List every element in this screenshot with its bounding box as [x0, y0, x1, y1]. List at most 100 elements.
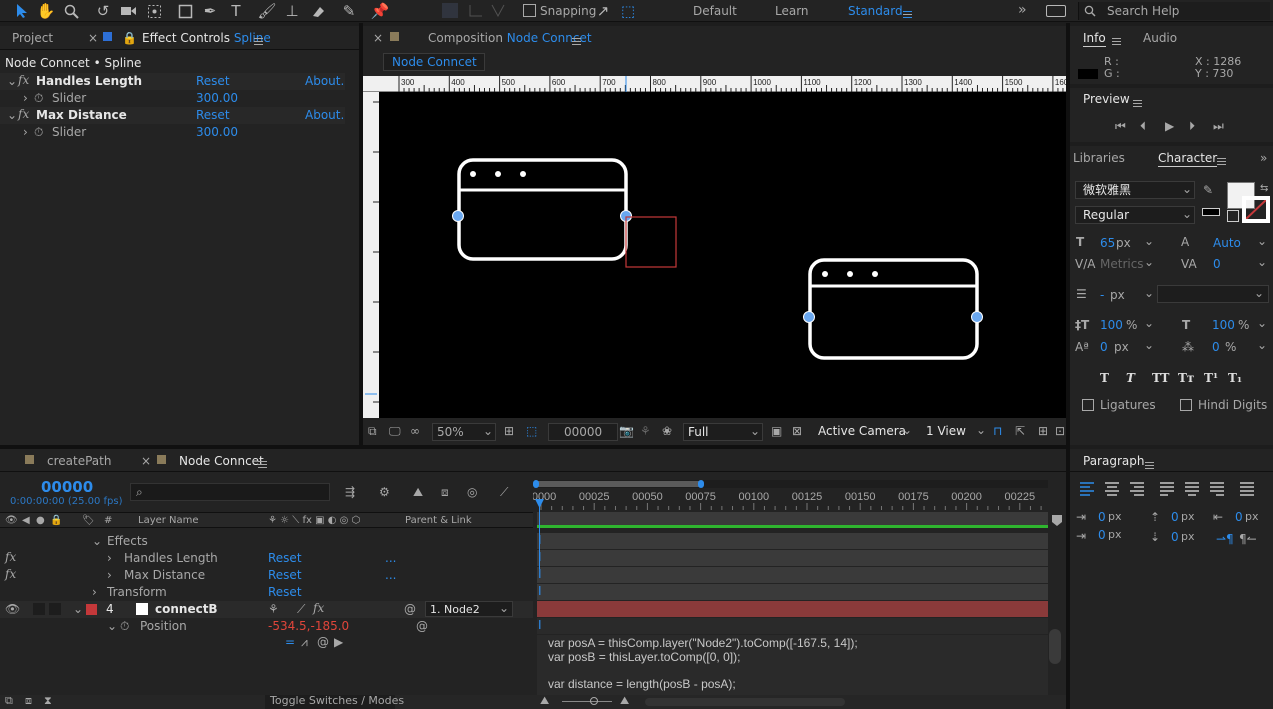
hindi-digits-checkbox[interactable] [1180, 399, 1192, 411]
keyboard-icon[interactable] [1046, 5, 1066, 17]
panel-menu-icon[interactable] [1145, 458, 1154, 472]
always-preview-icon[interactable]: ⧉ [368, 424, 377, 438]
play-icon[interactable]: ▶ [1165, 119, 1174, 133]
stroke-mode-icon[interactable] [1202, 208, 1220, 216]
text-style-buttons[interactable]: T T TT Tт T¹ T₁ [1100, 371, 1260, 387]
tab-close-icon[interactable]: × [141, 450, 151, 472]
workspace-menu-icon[interactable] [903, 7, 912, 21]
transparency-grid-icon[interactable]: ⊠ [792, 424, 802, 438]
expression-pickwhip-icon[interactable]: @ [317, 635, 329, 649]
font-style-dropdown[interactable]: Regular ⌄ [1075, 206, 1195, 224]
kerning-value[interactable]: Metrics [1100, 257, 1144, 271]
grid-icon[interactable]: ⊞ [504, 424, 514, 438]
transfer-controls-icon[interactable]: ⧈ [25, 694, 32, 708]
selection-tool-icon[interactable] [12, 1, 32, 21]
eye-icon[interactable]: 👁 [5, 602, 20, 616]
effects-group-row[interactable]: ⌄ Effects [0, 533, 533, 550]
timing-icon[interactable]: ⧗ [44, 694, 52, 708]
label-color-swatch[interactable] [86, 604, 97, 615]
playhead[interactable] [539, 505, 540, 569]
current-timecode[interactable]: 00000 [41, 478, 93, 496]
clone-stamp-tool-icon[interactable]: ⊥ [282, 1, 302, 21]
panel-menu-icon[interactable] [1217, 154, 1226, 168]
show-snapshot-icon[interactable]: ⚘ [640, 424, 651, 438]
panel-menu-icon[interactable] [1133, 96, 1142, 110]
font-family-dropdown[interactable]: 微软雅黑 ⌄ [1075, 181, 1195, 199]
pickwhip-icon[interactable]: @ [404, 602, 416, 616]
comp-mini-flowchart-icon[interactable]: ⇶ [345, 485, 355, 499]
tab-audio[interactable]: Audio [1143, 27, 1177, 49]
region-of-interest-icon[interactable]: ⬚ [526, 424, 537, 438]
horizontal-scrollbar[interactable] [645, 698, 845, 706]
leading-value[interactable]: Auto [1213, 236, 1241, 250]
lock-icon[interactable]: 🔒 [122, 27, 137, 49]
position-value[interactable]: -534.5,-185.0 [268, 619, 349, 633]
zoom-slider-handle[interactable] [590, 697, 598, 705]
zoom-out-icon[interactable]: ⛰ [540, 694, 549, 708]
snapshot-icon[interactable]: 📷 [619, 424, 634, 438]
fx-row-max-distance[interactable]: fx › Max Distance Reset ... [0, 567, 533, 584]
toggle-switches-modes[interactable]: Toggle Switches / Modes [265, 694, 404, 709]
tracking-value[interactable]: 0 [1213, 257, 1221, 271]
mask-visibility-icon[interactable]: ∞ [410, 424, 420, 438]
camera-dropdown[interactable]: Active Camera ⌄ [813, 423, 916, 441]
tab-close-icon[interactable]: × [373, 27, 383, 49]
font-size-value[interactable]: 65 [1100, 236, 1115, 250]
search-help-box[interactable]: Search Help [1078, 2, 1270, 20]
motion-blur-icon[interactable]: ◎ [467, 485, 477, 499]
target-region-icon[interactable]: ▣ [771, 424, 782, 438]
param-value[interactable]: 300.00 [196, 125, 238, 139]
pan-behind-tool-icon[interactable] [144, 1, 164, 21]
prev-frame-icon[interactable]: ⏴ [1140, 119, 1146, 133]
fx-row-handles-length[interactable]: fx › Handles Length Reset ... [0, 550, 533, 567]
tab-createpath[interactable]: createPath [47, 450, 111, 472]
reset-link[interactable]: Reset [196, 108, 230, 122]
about-link[interactable]: About. [305, 108, 344, 122]
expression-language-icon[interactable]: ▶ [334, 635, 343, 649]
eyedropper-icon[interactable]: ✎ [1203, 183, 1213, 197]
brush-tool-icon[interactable]: 🖌 [257, 1, 277, 21]
reset-link[interactable]: Reset [196, 74, 230, 88]
rectangle-tool-icon[interactable] [175, 1, 195, 21]
type-tool-icon[interactable]: T [226, 1, 246, 21]
zoom-tool-icon[interactable] [61, 1, 81, 21]
camera-tool-icon[interactable] [118, 1, 138, 21]
pen-tool-icon[interactable]: ✒ [200, 1, 220, 21]
zoom-in-icon[interactable]: ⛰ [620, 694, 629, 708]
ltr-direction-icon[interactable]: ⇀¶ [1216, 532, 1234, 546]
comp-viewer[interactable] [379, 92, 1066, 418]
layer-switches-icon[interactable]: ⧉ [5, 694, 13, 708]
expression-enable-icon[interactable]: = [285, 635, 295, 649]
rotate-tool-icon[interactable]: ↺ [93, 1, 113, 21]
flowchart-icon[interactable]: ⊡ [1055, 424, 1065, 438]
position-property-row[interactable]: ⌄ ⏱ Position -534.5,-185.0 @ [0, 618, 533, 635]
stroke-style-dropdown[interactable]: ⌄ [1157, 285, 1269, 303]
stroke-color-swatch[interactable] [1242, 196, 1270, 223]
horizontal-scale-value[interactable]: 100 [1212, 318, 1235, 332]
tab-project[interactable]: Project [12, 27, 53, 49]
transform-group-row[interactable]: › Transform Reset [0, 584, 533, 601]
panel-menu-icon[interactable] [1112, 34, 1121, 48]
snapping-checkbox[interactable] [523, 4, 536, 17]
param-value[interactable]: 300.00 [196, 91, 238, 105]
timecode-field[interactable]: 00000 [548, 423, 618, 441]
tab-character[interactable]: Character [1158, 147, 1218, 167]
tsume-value[interactable]: 0 [1212, 340, 1220, 354]
effect-row-handles-length[interactable]: ⌄ fx Handles Length Reset About. [0, 73, 345, 90]
timeline-icon[interactable]: ⊞ [1038, 424, 1048, 438]
vertical-scale-value[interactable]: 100 [1100, 318, 1123, 332]
tab-info[interactable]: Info [1083, 27, 1106, 47]
hand-tool-icon[interactable]: ✋ [36, 1, 56, 21]
more-workspaces-icon[interactable]: » [1018, 3, 1027, 17]
panel-menu-icon[interactable] [254, 34, 263, 48]
effect-row-max-distance[interactable]: ⌄ fx Max Distance Reset About. [0, 107, 345, 124]
frame-blending-icon[interactable]: ⧈ [441, 485, 449, 499]
last-frame-icon[interactable]: ⏭ [1213, 119, 1224, 133]
workspace-default[interactable]: Default [693, 4, 737, 18]
vertical-scrollbar[interactable] [1049, 629, 1061, 664]
no-fill-icon[interactable] [1227, 210, 1239, 222]
layer-search-input[interactable]: ⌕ [130, 483, 330, 501]
monitor-icon[interactable]: 🖵 [389, 424, 401, 438]
next-frame-icon[interactable]: ⏵ [1189, 119, 1195, 133]
layer-row-connectb[interactable]: 👁 ⌄ 4 connectB ⚘ ⟋ fx @ 1. Node2 ⌄ [0, 601, 533, 618]
